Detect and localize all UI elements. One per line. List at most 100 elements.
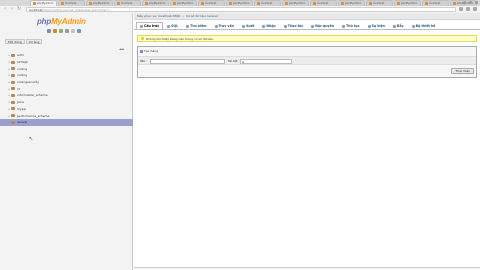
tab-favicon-icon xyxy=(117,2,120,5)
browser-tab-title: phpMyAdmin xyxy=(233,2,250,5)
tab-favicon-icon xyxy=(397,2,400,5)
sidebar-database-item[interactable]: + coding xyxy=(6,72,133,79)
db-tab[interactable]: Đặc quyền xyxy=(307,22,338,29)
sidebar-database-item[interactable]: + mysql xyxy=(6,106,133,113)
db-tab[interactable]: Tìm kiếm xyxy=(182,22,210,29)
db-tab[interactable]: SQL xyxy=(163,22,182,29)
database-name: coding xyxy=(17,66,28,71)
breadcrumb-server[interactable]: Máy phục vụ: localhost:3306 xyxy=(137,14,180,18)
browser-tab-title: localhost xyxy=(205,2,217,5)
sidebar-database-item[interactable]: + adm xyxy=(6,52,133,59)
db-tab-label: Thủ tục xyxy=(346,24,360,28)
database-name: codingsecurity xyxy=(17,80,40,85)
star-icon[interactable] xyxy=(459,7,463,11)
window-dot[interactable] xyxy=(475,1,478,4)
sidebar-database-item[interactable]: + performance_schema xyxy=(6,112,133,119)
sidebar-database-item[interactable]: + joins xyxy=(6,99,133,106)
create-table-row: Tên: Số cột: 4 xyxy=(138,56,476,65)
collapse-all-icon[interactable]: ◄◄ xyxy=(119,47,124,51)
extension-icon[interactable] xyxy=(466,7,470,11)
query-icon[interactable] xyxy=(59,29,63,33)
browser-tab-title: localhost xyxy=(261,2,273,5)
sidebar-tab-favorites[interactable]: Cơ ảng xyxy=(25,39,43,44)
breadcrumb-database[interactable]: Cơ sở dữ liệu: laravel xyxy=(186,14,218,18)
reload-icon[interactable]: ↻ xyxy=(17,7,21,12)
database-name: performance_schema xyxy=(17,113,50,118)
browser-tab-title: localhost xyxy=(121,2,133,5)
db-tab-label: Đặc quyền xyxy=(315,24,335,28)
logout-icon[interactable] xyxy=(53,29,57,33)
column-count-input[interactable]: 4 xyxy=(240,58,292,64)
breadcrumb-separator: » xyxy=(182,14,185,18)
db-tab[interactable]: Cấu trúc xyxy=(136,22,164,29)
window-controls xyxy=(463,1,478,4)
db-tab-label: SQL xyxy=(171,24,179,28)
sidebar-database-item[interactable]: + laravel xyxy=(0,118,133,126)
tab-favicon-icon xyxy=(33,2,36,5)
browser-tab-title: localhost xyxy=(373,2,385,5)
sidebar-database-item[interactable]: + information_schema xyxy=(6,92,133,99)
create-table-form: Tạo bảng Tên: Số cột: 4 Thực hiện xyxy=(137,46,477,78)
sidebar-database-item[interactable]: + ct xyxy=(6,85,133,92)
database-name: information_schema xyxy=(17,93,48,98)
table-name-input[interactable] xyxy=(150,58,225,64)
browser-tab-title: phpMyAdmin xyxy=(289,2,306,5)
tab-icon xyxy=(140,24,143,28)
database-icon xyxy=(11,114,15,118)
db-tab[interactable]: Sự kiện xyxy=(364,22,389,29)
database-name: 1234pt xyxy=(17,60,28,65)
go-button[interactable]: Thực hiện xyxy=(451,68,474,74)
database-icon xyxy=(11,93,15,97)
sidebar-database-item[interactable]: + coding xyxy=(6,65,133,72)
db-tab[interactable]: Bẫy xyxy=(389,22,408,29)
tab-icon xyxy=(283,24,287,28)
browser-tab-title: localhost xyxy=(317,2,329,5)
db-tab-label: Bộ thiết kế xyxy=(415,24,436,28)
browser-tab-title: phpMyAdmin xyxy=(149,2,166,5)
create-table-legend-label: Tạo bảng xyxy=(144,49,159,53)
back-icon[interactable]: ‹ xyxy=(3,7,7,12)
db-tab[interactable]: Nhập xyxy=(258,22,279,29)
db-tab[interactable]: Thao tác xyxy=(280,22,307,29)
browser-tab-title: phpMyAdmin xyxy=(177,2,194,5)
reload-navigation-icon[interactable] xyxy=(77,29,81,33)
forward-icon[interactable]: › xyxy=(10,7,14,12)
navigation-sidebar: phpMyAdmin Mới dùng Cơ ảng ◄◄ + adm +1234p… xyxy=(0,13,133,270)
window-dot[interactable] xyxy=(469,1,472,4)
window-dot[interactable] xyxy=(463,1,466,4)
browser-tab-title: localhost xyxy=(429,2,441,5)
sidebar-tab-recent[interactable]: Mới dùng xyxy=(5,39,25,44)
address-bar[interactable]: localhost /phpmyadmin/server_databases.p… xyxy=(26,7,456,12)
tab-icon xyxy=(241,24,245,28)
notice-icon xyxy=(141,37,144,40)
tab-icon xyxy=(214,24,218,28)
tab-favicon-icon xyxy=(285,2,288,5)
database-name: laravel xyxy=(17,120,28,125)
db-tab-label: Xuất xyxy=(245,24,255,28)
notice-text: Không tìm thấy bảng nào trong cơ sở dữ l… xyxy=(146,36,214,41)
db-tab[interactable]: Truy vấn xyxy=(211,22,238,29)
sidebar-database-item[interactable]: +1234pt xyxy=(6,59,133,66)
database-icon xyxy=(11,80,15,84)
db-tab-label: Truy vấn xyxy=(218,24,234,28)
db-tab[interactable]: Xuất xyxy=(238,22,258,29)
tab-favicon-icon xyxy=(425,2,428,5)
menu-icon[interactable] xyxy=(473,7,477,11)
db-tab[interactable]: Thủ tục xyxy=(338,22,364,29)
browser-tab-title: phpMyAdmin xyxy=(37,2,54,5)
database-name: adm xyxy=(17,53,24,58)
docs-icon[interactable] xyxy=(65,29,69,33)
home-icon[interactable] xyxy=(47,29,51,33)
tab-icon xyxy=(167,24,171,28)
tab-favicon-icon xyxy=(145,2,148,5)
db-tab[interactable]: Bộ thiết kế xyxy=(408,22,440,29)
tab-icon xyxy=(367,24,371,28)
settings-icon[interactable] xyxy=(71,29,75,33)
phpmyadmin-logo[interactable]: phpMyAdmin xyxy=(37,17,86,26)
browser-toolbar: ‹ › ↻ localhost /phpmyadmin/server_datab… xyxy=(0,6,480,13)
tab-icon xyxy=(411,24,415,28)
tab-favicon-icon xyxy=(341,2,344,5)
database-icon xyxy=(11,100,15,104)
tab-icon xyxy=(262,24,266,28)
sidebar-database-item[interactable]: + codingsecurity xyxy=(6,79,133,86)
